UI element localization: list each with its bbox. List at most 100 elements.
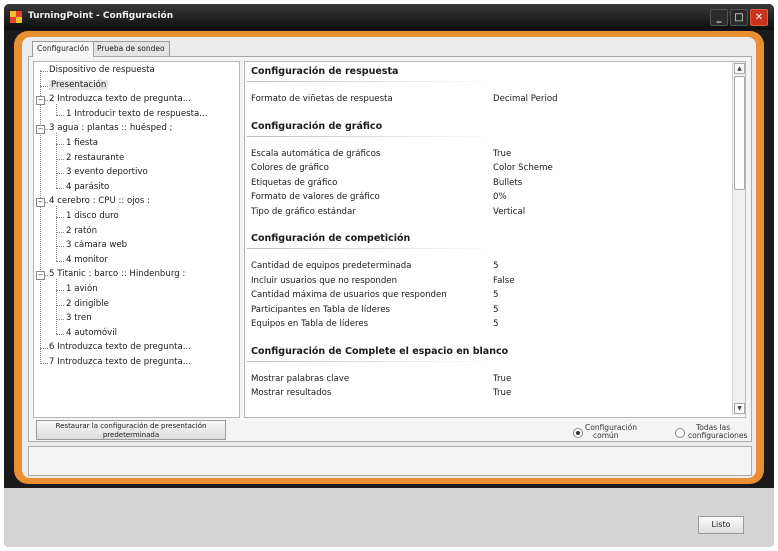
setting-label[interactable]: Colores de gráfico <box>251 163 329 173</box>
setting-value[interactable]: Decimal Period <box>493 94 558 104</box>
tree-item-label: 1 Introducir texto de respuesta... <box>66 108 208 119</box>
tree-item[interactable]: 1 disco duro <box>66 210 119 223</box>
dialog-content: Configuración Prueba de sondeo Dispositi… <box>22 37 756 478</box>
tree-item[interactable]: 2 ratón <box>66 225 97 238</box>
scroll-down-arrow-icon[interactable]: ▼ <box>734 403 745 414</box>
tree-branch-line <box>56 114 64 116</box>
tree-collapse-icon[interactable]: − <box>36 125 45 135</box>
description-pane <box>28 446 752 476</box>
tree-item[interactable]: 3 agua : plantas :: huésped ; <box>49 122 172 135</box>
presentation-tree[interactable]: Dispositivo de respuesta Presentación −2 I… <box>33 61 240 418</box>
tree-collapse-icon[interactable]: − <box>36 96 45 106</box>
tree-item[interactable]: 4 parásito <box>66 181 109 194</box>
tree-item-label: 4 monitor <box>66 254 108 265</box>
setting-label[interactable]: Formato de viñetas de respuesta <box>251 94 393 104</box>
setting-value[interactable]: 0% <box>493 192 507 202</box>
radio-all-settings[interactable] <box>675 428 685 438</box>
restore-button-line2: predeterminada <box>102 431 160 439</box>
setting-value[interactable]: 5 <box>493 305 498 315</box>
tree-item-label: 4 automóvil <box>66 327 118 338</box>
tree-item[interactable]: 3 cámara web <box>66 239 127 252</box>
minimize-button[interactable]: _ <box>710 9 728 26</box>
tree-item[interactable]: Presentación <box>49 79 109 92</box>
scroll-up-arrow-icon[interactable]: ▲ <box>734 63 745 74</box>
setting-value[interactable]: True <box>493 149 511 159</box>
vertical-scrollbar[interactable]: ▲ ▼ <box>732 62 745 415</box>
tree-collapse-icon[interactable]: − <box>36 271 45 281</box>
setting-value[interactable]: Color Scheme <box>493 163 553 173</box>
radio-common-line2: común <box>593 431 619 440</box>
setting-value[interactable]: True <box>493 388 511 398</box>
tree-item[interactable]: 4 monitor <box>66 254 108 267</box>
tree-branch-line <box>56 144 64 145</box>
setting-value[interactable]: 5 <box>493 319 498 329</box>
tree-item-label: 5 Titanic : barco :: Hindenburg : <box>49 269 186 280</box>
tree-item-label: Dispositivo de respuesta <box>49 65 155 75</box>
tree-item[interactable]: 4 cerebro : CPU :: ojos : <box>49 195 150 208</box>
tree-item[interactable]: 1 fiesta <box>66 137 98 150</box>
radio-common-settings[interactable] <box>573 428 583 438</box>
setting-value[interactable]: False <box>493 276 515 286</box>
tree-item-label: 2 Introduzca texto de pregunta... <box>49 94 191 105</box>
tree-item[interactable]: 6 Introduzca texto de pregunta... <box>49 341 191 354</box>
tree-branch-line <box>40 363 48 364</box>
tree-item[interactable]: 3 evento deportivo <box>66 166 148 179</box>
setting-label[interactable]: Incluir usuarios que no responden <box>251 276 397 286</box>
tree-branch-line <box>56 231 64 233</box>
setting-label[interactable]: Tipo de gráfico estándar <box>251 207 356 217</box>
tree-item[interactable]: Dispositivo de respuesta <box>49 64 155 77</box>
tree-branch-line <box>56 158 64 160</box>
tab-prueba-de-sondeo[interactable]: Prueba de sondeo <box>92 41 170 56</box>
tree-item-label: 3 tren <box>66 313 92 324</box>
tree-branch-line <box>56 173 64 175</box>
setting-label[interactable]: Mostrar resultados <box>251 388 331 398</box>
setting-label[interactable]: Mostrar palabras clave <box>251 374 349 384</box>
setting-label[interactable]: Etiquetas de gráfico <box>251 178 337 188</box>
orange-frame: Configuración Prueba de sondeo Dispositi… <box>14 31 764 484</box>
tree-item[interactable]: 1 avión <box>66 283 98 296</box>
settings-grid[interactable]: ▲ ▼ Configuración de respuesta Formato de… <box>244 61 746 418</box>
tree-collapse-icon[interactable]: − <box>36 198 45 208</box>
tree-item-label: 1 avión <box>66 284 98 294</box>
tab-configuracion[interactable]: Configuración <box>32 41 95 57</box>
radio-all-settings-label[interactable]: Todas las configuraciones <box>688 424 747 440</box>
title-bar[interactable]: TurningPoint - Configuración _ □ ✕ <box>4 4 774 30</box>
tree-item[interactable]: 2 restaurante <box>66 152 124 165</box>
tree-item-label: 4 parásito <box>66 181 110 192</box>
tree-item-label: 1 fiesta <box>66 138 99 148</box>
tree-item-label: 2 dirigible <box>66 298 109 309</box>
tree-item[interactable]: 4 automóvil <box>66 327 117 340</box>
tree-item[interactable]: 7 Introduzca texto de pregunta... <box>49 356 191 369</box>
tree-item[interactable]: 5 Titanic : barco :: Hindenburg : <box>49 268 185 281</box>
tree-branch-line <box>40 71 48 72</box>
tree-item[interactable]: 1 Introducir texto de respuesta... <box>66 108 207 121</box>
setting-value[interactable]: Bullets <box>493 178 522 188</box>
settings-section-header: Configuración de competición <box>251 233 411 244</box>
bottom-bar: Listo <box>4 488 774 547</box>
tree-item[interactable]: 2 dirigible <box>66 298 109 311</box>
setting-label[interactable]: Cantidad de equipos predeterminada <box>251 261 411 271</box>
tree-item[interactable]: 2 Introduzca texto de pregunta... <box>49 93 191 106</box>
tree-connector-line <box>40 70 41 362</box>
setting-value[interactable]: 5 <box>493 261 498 271</box>
setting-label[interactable]: Participantes en Tabla de líderes <box>251 305 390 315</box>
restore-default-settings-button[interactable]: Restaurar la configuración de presentaci… <box>36 420 226 440</box>
tree-item-label: 1 disco duro <box>66 211 119 221</box>
setting-label[interactable]: Escala automática de gráficos <box>251 149 380 159</box>
setting-label[interactable]: Cantidad máxima de usuarios que responde… <box>251 290 447 300</box>
radio-common-settings-label[interactable]: Configuración común <box>585 424 637 440</box>
setting-value[interactable]: 5 <box>493 290 498 300</box>
scroll-thumb[interactable] <box>734 76 745 190</box>
tree-child-connector <box>56 133 57 188</box>
setting-label[interactable]: Formato de valores de gráfico <box>251 192 380 202</box>
close-button[interactable]: ✕ <box>750 9 768 26</box>
setting-label[interactable]: Equipos en Tabla de líderes <box>251 319 368 329</box>
section-divider <box>247 360 497 362</box>
maximize-button[interactable]: □ <box>730 9 748 26</box>
tree-item[interactable]: 3 tren <box>66 312 92 325</box>
tree-branch-line <box>40 348 48 350</box>
setting-value[interactable]: Vertical <box>493 207 525 217</box>
done-button[interactable]: Listo <box>698 516 744 534</box>
tree-item-label: 3 evento deportivo <box>66 167 148 178</box>
setting-value[interactable]: True <box>493 374 511 384</box>
